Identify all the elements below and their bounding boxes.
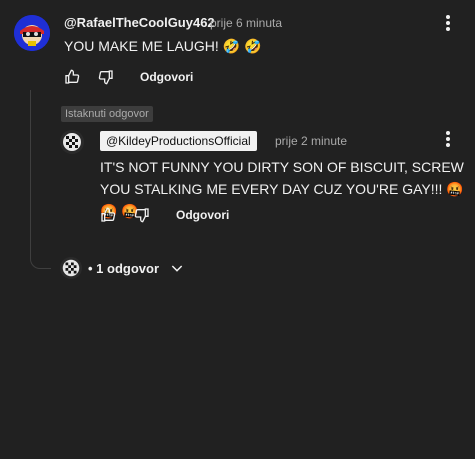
reply-button[interactable]: Odgovori (176, 208, 229, 222)
comment-author[interactable]: @RafaelTheCoolGuy462 (64, 15, 215, 30)
thumb-up-icon[interactable] (62, 67, 82, 87)
thread-connector (30, 90, 51, 269)
pinned-reply-badge: Istaknuti odgovor (61, 106, 153, 122)
reply-actions: Odgovori (98, 205, 229, 225)
comment-actions: Odgovori (62, 67, 193, 87)
reply-author-chip[interactable]: @KildeyProductionsOfficial (100, 131, 257, 151)
avatar (60, 257, 82, 279)
replies-toggle[interactable]: • 1 odgovor (60, 257, 185, 279)
more-vert-icon[interactable] (438, 129, 458, 149)
avatar-image (14, 15, 50, 51)
avatar-image (60, 130, 84, 154)
comment-text: YOU MAKE ME LAUGH! 🤣 🤣 (64, 38, 262, 54)
avatar[interactable] (14, 15, 50, 51)
comment-timestamp[interactable]: prije 6 minuta (210, 16, 282, 30)
chevron-down-icon[interactable] (169, 260, 185, 276)
comment-thread: @RafaelTheCoolGuy462 prije 6 minuta YOU … (0, 0, 475, 459)
thumb-down-icon[interactable] (132, 205, 152, 225)
thumb-up-icon[interactable] (98, 205, 118, 225)
avatar[interactable] (60, 130, 84, 154)
reply-button[interactable]: Odgovori (140, 70, 193, 84)
more-vert-icon[interactable] (438, 13, 458, 33)
reply-timestamp[interactable]: prije 2 minute (275, 134, 347, 148)
replies-count-label[interactable]: • 1 odgovor (88, 261, 159, 276)
thumb-down-icon[interactable] (96, 67, 116, 87)
